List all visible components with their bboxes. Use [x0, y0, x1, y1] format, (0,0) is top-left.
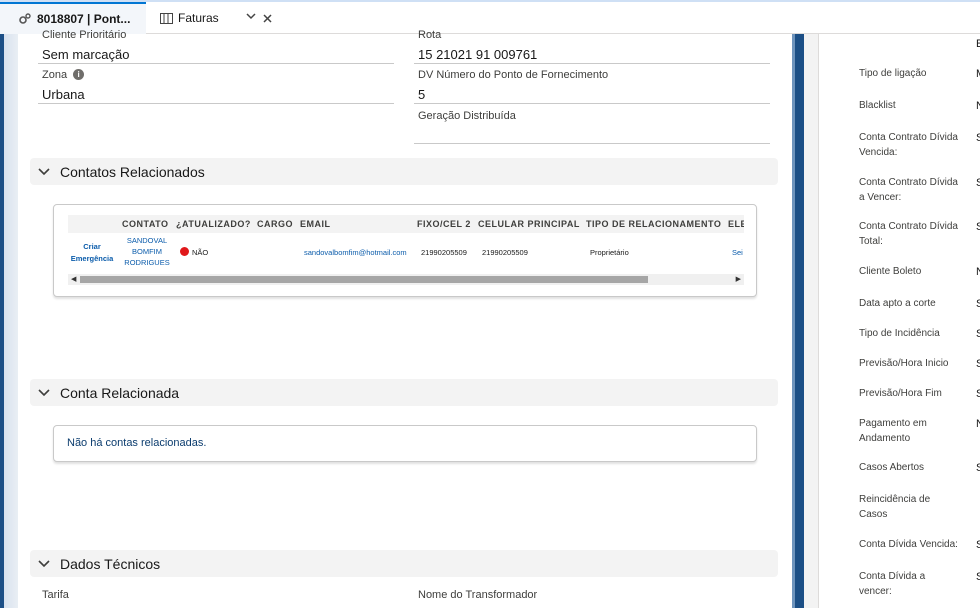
conta-empty-card: Não há contas relacionadas. [53, 425, 757, 462]
atualizado-value: NÃO [192, 248, 209, 257]
rota-label: Rota [418, 29, 442, 41]
col-email[interactable]: EMAIL [300, 219, 331, 229]
right-detail-panel: E Tipo de ligação M Blacklist N Conta Co… [818, 34, 980, 608]
section-conta-title: Conta Relacionada [60, 384, 180, 401]
tipo-value: Proprietário [590, 248, 629, 257]
atualizado-status: NÃO [180, 247, 208, 257]
field-underline [414, 103, 770, 104]
fixo-value: 21990205509 [421, 248, 467, 257]
right-value: S [976, 462, 980, 474]
section-dados-header[interactable]: Dados Técnicos [30, 550, 778, 577]
right-top-value: E [976, 38, 980, 50]
right-label: Data apto a corte [859, 298, 936, 309]
right-value: M [976, 68, 980, 80]
right-label: Conta Dívida a vencer: [859, 571, 926, 597]
right-label: Previsão/Hora Fim [859, 388, 942, 399]
panel-divider [792, 34, 804, 608]
cliente-value: Sem marcação [42, 47, 130, 62]
right-label: Tipo de Incidência [859, 328, 940, 339]
section-contatos-title: Contatos Relacionados [60, 163, 205, 180]
col-celular[interactable]: CELULAR PRINCIPAL [478, 219, 580, 229]
field-underline [414, 143, 770, 144]
field-underline [414, 63, 770, 64]
right-label: Conta Dívida Vencida: [859, 539, 958, 550]
contatos-table-card: CONTATO ¿ATUALIZADO? CARGO EMAIL FIXO/CE… [53, 204, 757, 297]
scrollbar-thumb[interactable] [80, 276, 648, 283]
right-label: Conta Contrato Dívida a Vencer: [859, 177, 958, 203]
chevron-down-icon [38, 557, 52, 571]
chevron-down-icon [38, 386, 52, 400]
right-label: Conta Contrato Dívida Total: [859, 221, 958, 247]
panel-gap [804, 34, 818, 608]
col-tipo[interactable]: TIPO DE RELACIONAMENTO [586, 219, 721, 229]
right-value: S [976, 571, 980, 583]
zona-label: Zona i [42, 69, 85, 81]
status-dot [180, 247, 189, 256]
right-value: S [976, 328, 980, 340]
tab-faturas-label: Faturas [178, 11, 219, 25]
right-label: Previsão/Hora Inicio [859, 358, 949, 369]
dv-value: 5 [418, 87, 426, 102]
scroll-right-icon[interactable]: ▶ [736, 274, 741, 285]
celular-value: 21990205509 [482, 248, 528, 257]
gears-icon [18, 12, 32, 26]
cliente-label: Cliente Prioritário [42, 29, 127, 41]
field-underline [38, 103, 394, 104]
table-icon [160, 12, 173, 24]
right-value: S [976, 221, 980, 233]
col-cargo[interactable]: CARGO [257, 219, 293, 229]
right-label: Casos Abertos [859, 462, 925, 473]
zona-label-text: Zona [42, 69, 68, 81]
left-edge [0, 34, 18, 608]
conta-empty-message: Não há contas relacionadas. [67, 437, 207, 449]
col-contato[interactable]: CONTATO [122, 219, 169, 229]
info-icon[interactable]: i [73, 69, 85, 80]
criar-emergencia-link[interactable]: Criar Emergência [70, 241, 114, 265]
right-label: Tipo de ligação [859, 68, 927, 79]
horizontal-scrollbar[interactable]: ◀ ▶ [68, 274, 744, 285]
rota-value: 15 21021 91 009761 [418, 47, 538, 62]
col-fixo[interactable]: FIXO/CEL 2 [417, 219, 471, 229]
right-label: Pagamento em Andamento [859, 418, 927, 444]
right-value: S [976, 298, 980, 310]
tab-ponto-label: 8018807 | Pont... [37, 12, 131, 26]
right-value: N [976, 266, 980, 278]
right-value: N [976, 418, 980, 430]
field-underline [38, 63, 394, 64]
col-ele[interactable]: ELE [728, 219, 744, 229]
contato-link[interactable]: SANDOVAL BOMFIM RODRIGUES [122, 235, 172, 268]
section-dados-title: Dados Técnicos [60, 555, 161, 572]
chevron-down-icon [38, 165, 52, 179]
tab-bar: 8018807 | Pont... Faturas [0, 0, 980, 34]
zona-value: Urbana [42, 87, 85, 102]
right-label: Reincidência de Casos [859, 494, 931, 520]
right-value: S [976, 539, 980, 551]
right-label: Conta Contrato Dívida Vencida: [859, 132, 958, 158]
right-label: Blacklist [859, 100, 896, 111]
dv-label: DV Número do Ponto de Fornecimento [418, 69, 609, 81]
close-icon[interactable] [263, 10, 272, 28]
geracao-label: Geração Distribuída [418, 110, 516, 122]
right-value: N [976, 100, 980, 112]
email-link[interactable]: sandovalbomfim@hotmail.com [304, 248, 407, 257]
right-value: S [976, 132, 980, 144]
ele-value[interactable]: Sei [732, 248, 744, 257]
right-value: S [976, 177, 980, 189]
main-panel: Cliente Prioritário Sem marcação Rota 15… [18, 29, 792, 608]
transformador-label: Nome do Transformador [418, 589, 538, 601]
scroll-left-icon[interactable]: ◀ [71, 274, 76, 285]
right-value: S [976, 358, 980, 370]
right-value: S [976, 388, 980, 400]
tarifa-label: Tarifa [42, 589, 69, 601]
right-label: Cliente Boleto [859, 266, 922, 277]
col-atualizado[interactable]: ¿ATUALIZADO? [176, 219, 251, 229]
section-conta-header[interactable]: Conta Relacionada [30, 379, 778, 406]
section-contatos-header[interactable]: Contatos Relacionados [30, 158, 778, 185]
